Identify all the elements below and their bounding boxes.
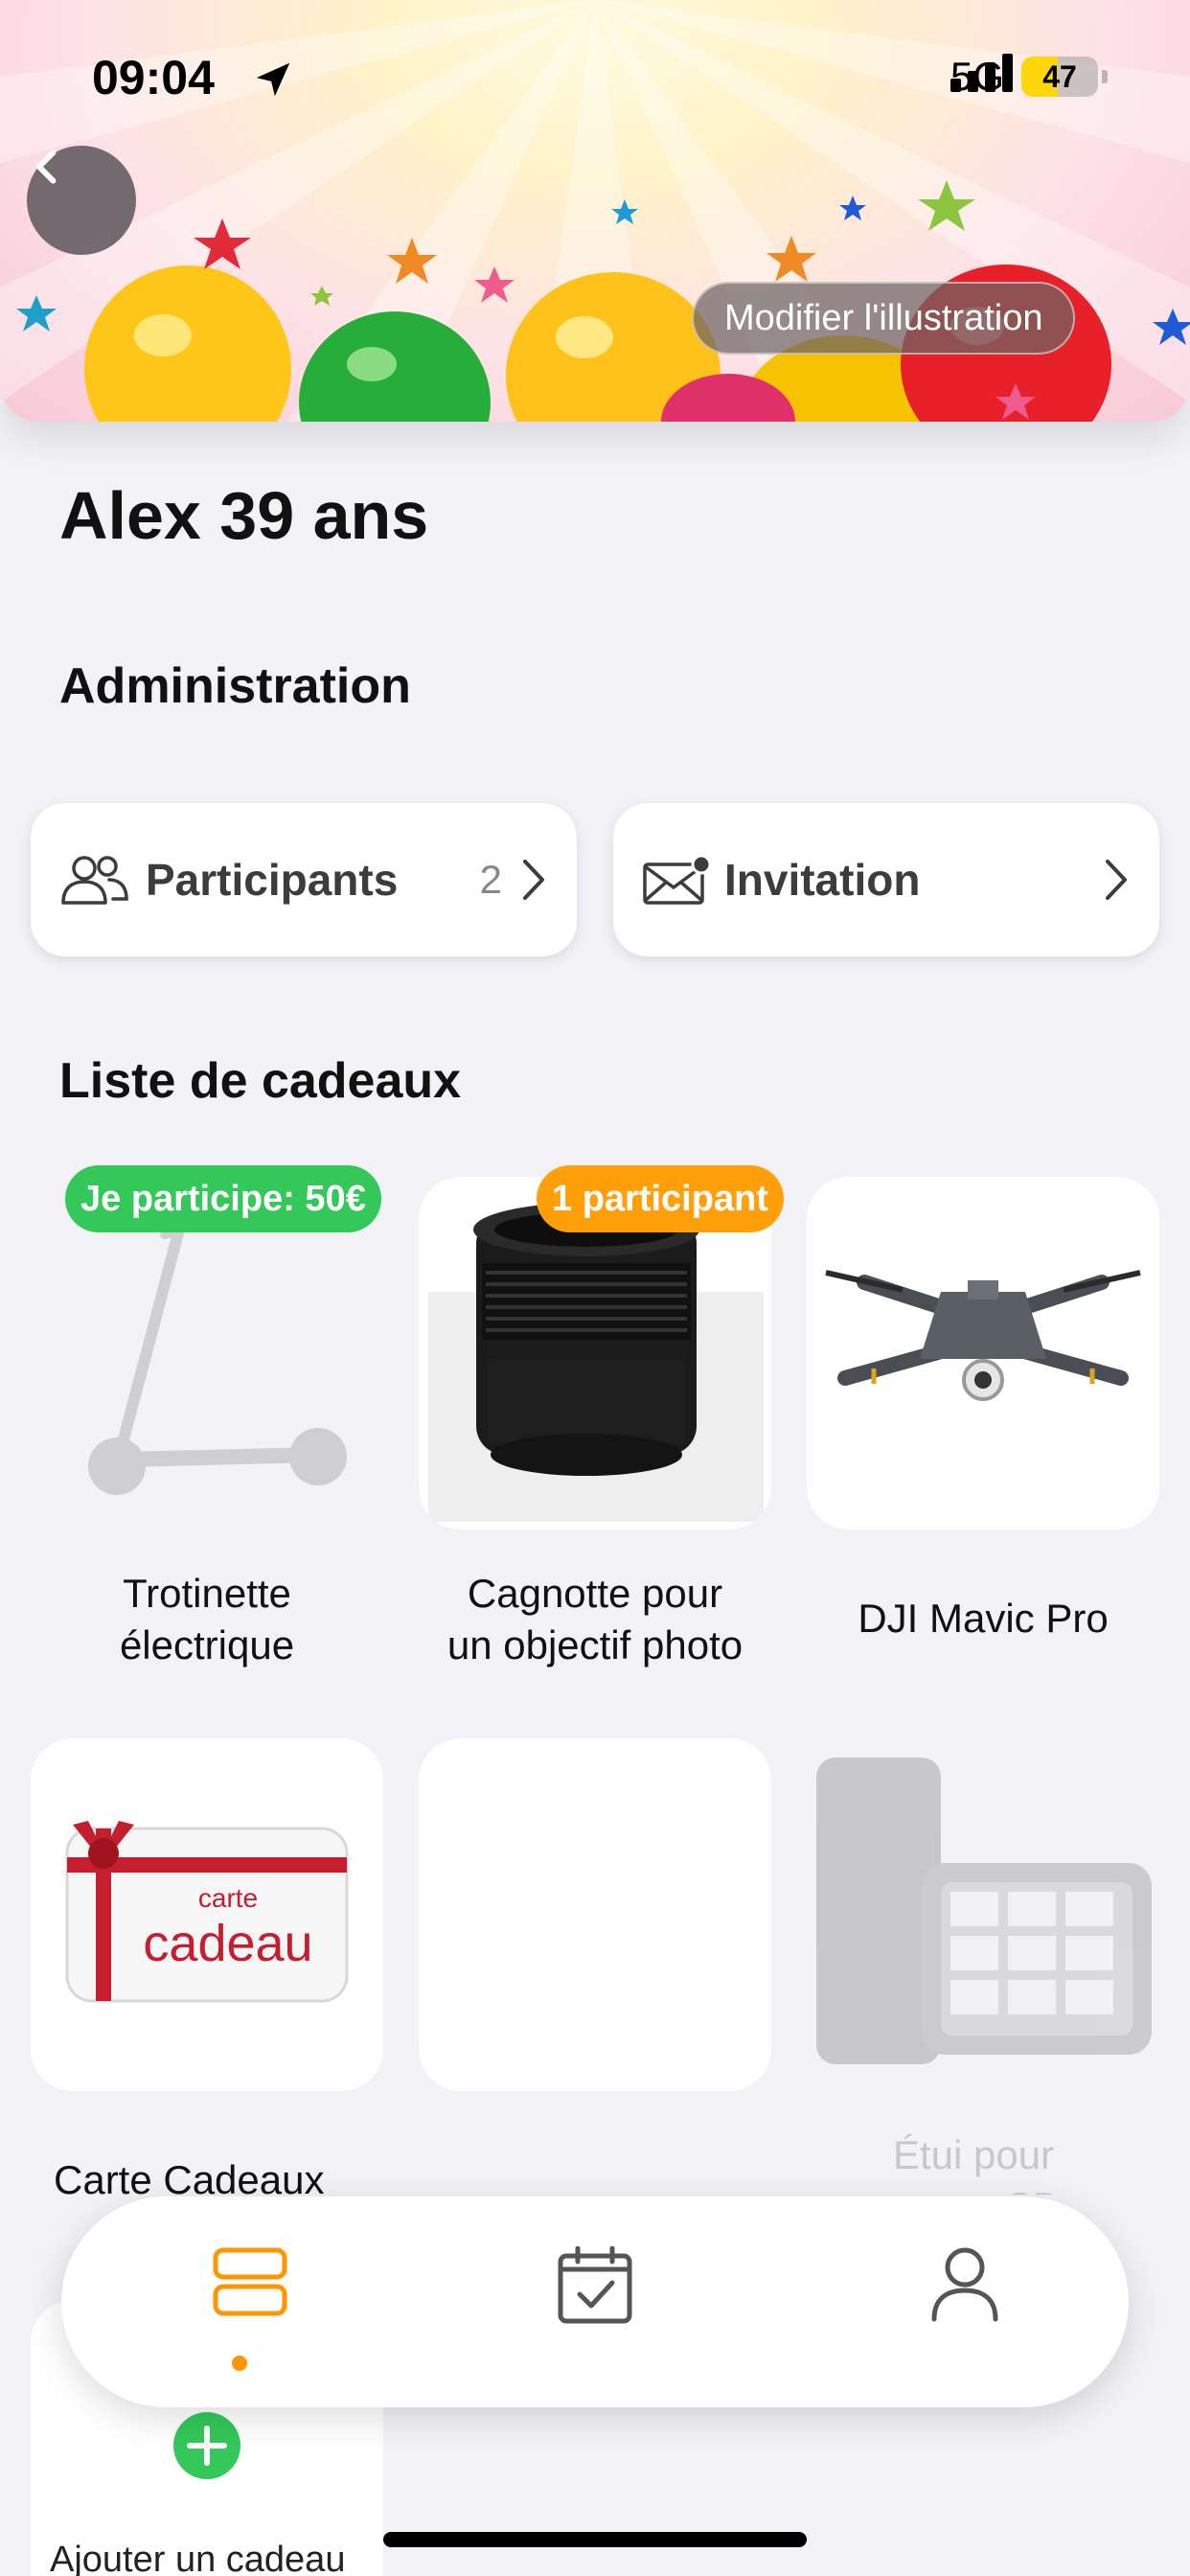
participants-card[interactable]: Participants 2: [31, 803, 577, 956]
gift-name-line: Trotinette: [123, 1571, 291, 1616]
participant-count-badge: 1 participant: [537, 1165, 784, 1232]
administration-title: Administration: [59, 658, 411, 714]
sd-case-image: [816, 1758, 1152, 2064]
users-icon: [61, 856, 128, 905]
invitation-label: Invitation: [724, 855, 921, 905]
gift-name-sd-case[interactable]: Étui pour cartes SD: [782, 2129, 1165, 2195]
add-gift-label: Ajouter un cadeau: [50, 2540, 346, 2576]
tab-bar: [61, 2196, 1129, 2407]
signal-icon: [950, 54, 1013, 92]
gift-card-text-large: cadeau: [143, 1915, 312, 1972]
gift-name-line: cartes SD: [782, 2181, 1165, 2195]
page-title: Alex 39 ans: [59, 478, 429, 553]
contribution-badge: Je participe: 50€: [65, 1165, 381, 1232]
header-illustration: 09:04 5G 47 Modifier l'illustration: [0, 0, 1190, 422]
gift-thumb-sd-case[interactable]: [807, 1738, 1159, 2091]
gift-name-line: un objectif photo: [446, 1622, 744, 1668]
location-arrow-icon: [256, 62, 290, 97]
chevron-left-icon: [35, 150, 57, 184]
chevron-right-icon: [1106, 860, 1127, 900]
drone-image: [825, 1270, 1141, 1401]
gift-name-line: électrique: [119, 1622, 295, 1668]
battery-icon: 47: [1021, 57, 1098, 97]
gift-list-title: Liste de cadeaux: [59, 1053, 462, 1109]
invitation-card[interactable]: Invitation: [613, 803, 1159, 956]
gift-name-line: Cagnotte pour: [467, 1571, 723, 1616]
person-icon: [931, 2247, 998, 2322]
home-indicator: [383, 2532, 807, 2547]
tab-list[interactable]: [197, 2246, 303, 2342]
back-button[interactable]: [27, 146, 136, 255]
active-tab-indicator: [232, 2356, 247, 2371]
tab-profile[interactable]: [912, 2246, 1018, 2342]
participants-label: Participants: [146, 855, 399, 905]
gift-name-scooter[interactable]: Trotinette électrique: [15, 1568, 399, 1671]
gift-card-text-small: carte: [198, 1883, 258, 1913]
status-indicators: 5G 47: [950, 54, 1108, 100]
list-icon: [213, 2247, 287, 2316]
contribution-badge-text: Je participe: 50€: [80, 1178, 366, 1219]
battery-tip: [1102, 70, 1108, 83]
edit-illustration-button[interactable]: Modifier l'illustration: [692, 282, 1076, 355]
participants-count: 2: [479, 857, 502, 902]
status-time: 09:04: [92, 51, 215, 104]
chevron-right-icon: [523, 860, 544, 900]
battery-percent: 47: [1042, 58, 1077, 94]
gift-name-line: Étui pour: [892, 2132, 1055, 2177]
gift-thumb-empty[interactable]: [419, 1738, 771, 2091]
participant-count-badge-text: 1 participant: [552, 1178, 768, 1219]
gift-name-camera-lens[interactable]: Cagnotte pour un objectif photo: [403, 1568, 787, 1671]
tab-calendar[interactable]: [542, 2246, 648, 2342]
calendar-check-icon: [558, 2246, 632, 2324]
gift-name-drone[interactable]: DJI Mavic Pro: [791, 1593, 1175, 1644]
gift-thumb-drone[interactable]: [807, 1177, 1159, 1530]
add-icon: [173, 2412, 240, 2479]
gift-card-image: carte cadeau: [65, 1821, 349, 2003]
gift-thumb-gift-card[interactable]: carte cadeau: [31, 1738, 383, 2091]
envelope-icon: [643, 855, 709, 905]
